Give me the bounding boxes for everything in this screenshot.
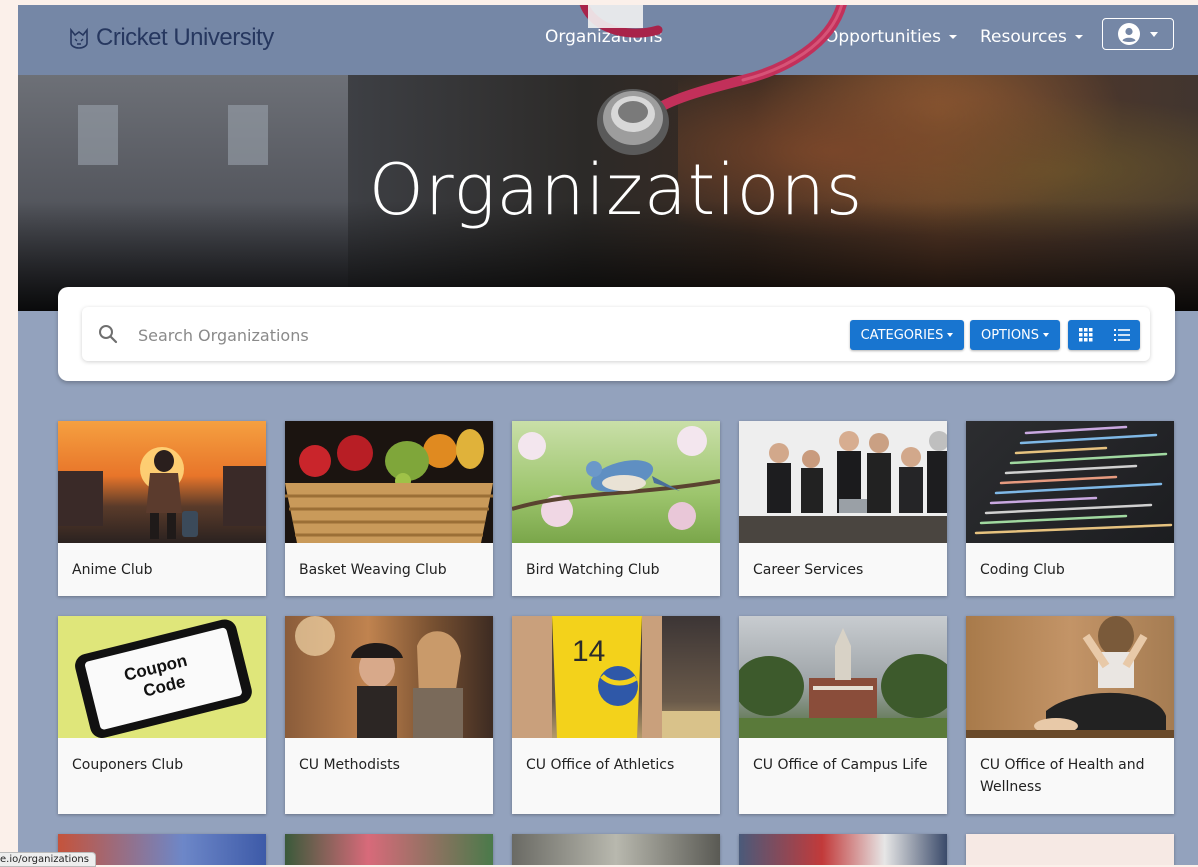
org-card-title: Career Services [753, 562, 864, 578]
fruit-basket-image [285, 429, 493, 543]
org-card-title: Anime Club [72, 562, 153, 578]
yoga-pose-image [966, 616, 1174, 738]
org-card-partial[interactable] [512, 834, 720, 865]
org-card-couponers-club[interactable]: Coupon Code Couponers Club [58, 616, 266, 814]
chevron-down-icon [1150, 31, 1158, 37]
org-card-title: Coding Club [980, 562, 1065, 578]
options-button[interactable]: OPTIONS [970, 320, 1060, 350]
org-card-image: Coupon Code [58, 616, 266, 738]
friends-laughing-image [295, 616, 463, 738]
chevron-down-icon [947, 333, 954, 337]
chevron-down-icon [1074, 35, 1083, 39]
org-card-coding-club[interactable]: Coding Club [966, 421, 1174, 596]
search-icon [99, 325, 118, 344]
business-meeting-image [739, 431, 947, 543]
org-card-title: Couponers Club [72, 757, 184, 773]
cricket-logo-icon [70, 27, 88, 49]
org-card-title: Basket Weaving Club [299, 562, 447, 578]
app-window: Cricket University Organizations Opportu… [18, 5, 1198, 865]
search-bar: CATEGORIES OPTIONS [82, 307, 1150, 361]
org-card-anime-club[interactable]: Anime Club [58, 421, 266, 596]
org-card-partial[interactable] [966, 834, 1174, 865]
org-card-cu-office-of-athletics[interactable]: 14 CU Office of Athletics [512, 616, 720, 814]
stethoscope-overlay-icon [579, 5, 847, 155]
coupon-phone-image: Coupon Code [75, 619, 252, 738]
org-card-cu-methodists[interactable]: CU Methodists [285, 616, 493, 814]
org-card-cu-office-of-campus-life[interactable]: CU Office of Campus Life [739, 616, 947, 814]
user-avatar-icon [1118, 23, 1140, 45]
org-card-image [512, 421, 720, 543]
site-logo-text: Cricket University [96, 24, 274, 51]
org-card-image: 14 [512, 616, 720, 738]
categories-button-label: CATEGORIES [860, 327, 944, 343]
chevron-down-icon [949, 35, 957, 39]
org-card-title: Bird Watching Club [526, 562, 660, 578]
org-card-image [966, 421, 1174, 543]
list-view-icon[interactable] [1113, 328, 1130, 342]
categories-button[interactable]: CATEGORIES [850, 320, 964, 350]
org-card-title: CU Methodists [299, 757, 400, 773]
grid-view-icon[interactable] [1078, 328, 1093, 342]
org-card-image [285, 834, 493, 865]
org-card-partial[interactable] [739, 834, 947, 865]
anime-scene-image [58, 447, 266, 539]
org-card-image [966, 834, 1174, 865]
org-card-image [739, 421, 947, 543]
search-input[interactable] [136, 319, 740, 351]
view-toggle-group [1068, 320, 1140, 350]
site-logo[interactable]: Cricket University [68, 24, 274, 52]
org-card-image [285, 421, 493, 543]
org-card-image [739, 616, 947, 738]
org-card-basket-weaving-club[interactable]: Basket Weaving Club [285, 421, 493, 596]
org-card-image [512, 834, 720, 865]
options-button-label: OPTIONS [980, 327, 1040, 343]
org-card-title: CU Office of Athletics [526, 757, 675, 773]
org-card-partial[interactable] [285, 834, 493, 865]
org-card-image [285, 616, 493, 738]
org-card-bird-watching-club[interactable]: Bird Watching Club [512, 421, 720, 596]
code-screen-image [974, 425, 1173, 535]
org-card-career-services[interactable]: Career Services [739, 421, 947, 596]
user-menu-button[interactable] [1102, 18, 1174, 50]
org-card-image [58, 421, 266, 543]
org-card-image [966, 616, 1174, 738]
chevron-down-icon [1043, 333, 1050, 337]
nav-resources-label: Resources [980, 27, 1067, 47]
org-card-title: CU Office of Health and Wellness [980, 757, 1145, 795]
nav-resources[interactable]: Resources [980, 27, 1083, 47]
org-card-title: CU Office of Campus Life [753, 757, 928, 773]
volleyball-player-image: 14 [512, 616, 720, 738]
campus-building-image [739, 628, 947, 738]
org-card-cu-office-of-health-and-wellness[interactable]: CU Office of Health and Wellness [966, 616, 1174, 814]
jersey-number: 14 [572, 635, 605, 668]
bird-on-branch-image [512, 426, 720, 530]
search-panel: CATEGORIES OPTIONS [58, 287, 1175, 381]
org-card-image [739, 834, 947, 865]
